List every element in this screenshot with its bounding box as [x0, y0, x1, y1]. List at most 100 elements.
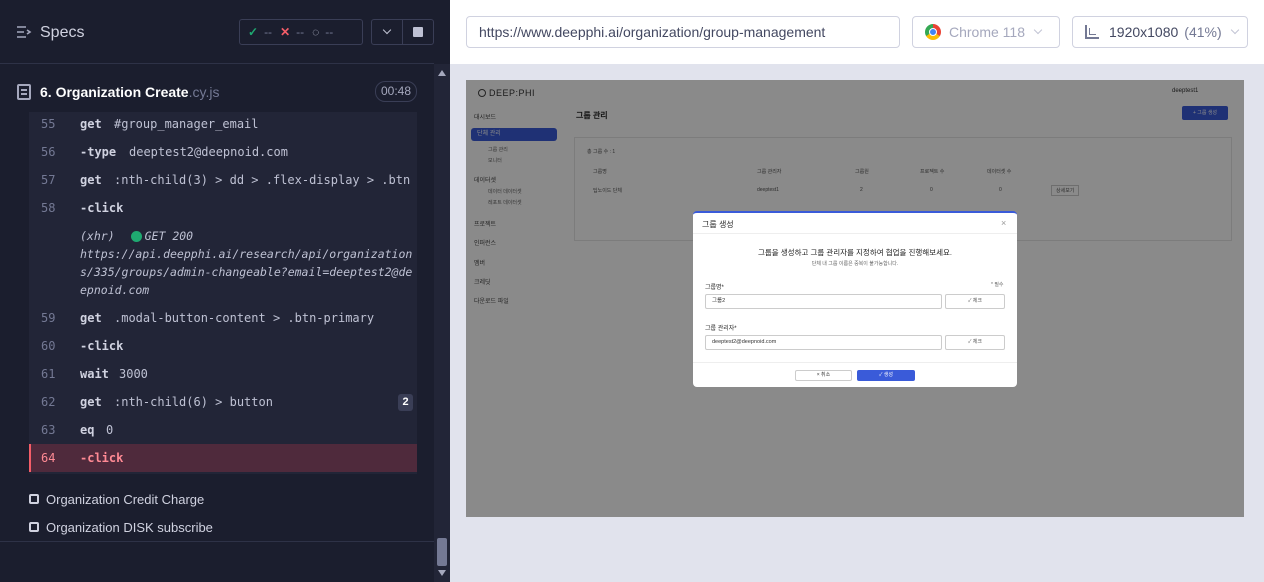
group-manager-check-button[interactable]: ✓ 체크	[945, 335, 1005, 350]
scroll-down-icon[interactable]	[438, 570, 446, 576]
pending-icon: ◌	[312, 25, 320, 39]
command-row-active[interactable]: 64 -click	[29, 444, 417, 472]
command-row[interactable]: 61 wait 3000	[29, 360, 417, 388]
element-count-badge: 2	[398, 394, 413, 411]
spec-title-row[interactable]: 6. Organization Create.cy.js 00:48	[0, 70, 434, 114]
aut-header: https://www.deepphi.ai/organization/grou…	[450, 0, 1264, 64]
xhr-url: https://api.deepphi.ai/research/api/orga…	[80, 247, 413, 297]
command-name: eq	[80, 423, 95, 437]
command-name: -click	[80, 451, 124, 465]
command-number: 57	[41, 173, 56, 187]
group-name-check-button[interactable]: ✓ 체크	[945, 294, 1005, 309]
spec-duration: 00:48	[375, 81, 417, 102]
command-row[interactable]: 56 -type deeptest2@deepnoid.com	[29, 138, 417, 166]
command-row[interactable]: 59 get .modal-button-content > .btn-prim…	[29, 304, 417, 332]
command-message: 3000	[119, 367, 148, 381]
modal-description: 그룹을 생성하고 그룹 관리자를 지정하여 협업을 진행해보세요.	[758, 248, 952, 257]
command-name: get	[80, 117, 102, 131]
xhr-method-status: GET 200	[144, 229, 194, 243]
divider	[693, 233, 1017, 234]
spec-item-label: Organization Credit Charge	[46, 491, 205, 507]
command-row[interactable]: 63 eq 0	[29, 416, 417, 444]
command-message: :nth-child(3) > dd > .flex-display > .bt…	[114, 173, 411, 187]
command-number: 62	[41, 395, 56, 409]
command-name: get	[80, 395, 102, 409]
modal-title: 그룹 생성	[702, 220, 734, 229]
command-number: 55	[41, 117, 56, 131]
xhr-log-entry[interactable]: (xhr) GET 200 https://api.deepphi.ai/res…	[80, 227, 415, 299]
command-row[interactable]: 57 get :nth-child(3) > dd > .flex-displa…	[29, 166, 417, 194]
spec-item-disk-subscribe[interactable]: Organization DISK subscribe	[29, 517, 213, 537]
file-icon	[17, 84, 31, 100]
cypress-runner: Specs ✓ -- ✕ -- ◌ -- 6. Organization Cre…	[0, 0, 1264, 582]
command-message: #group_manager_email	[114, 117, 259, 131]
chevron-down-icon	[382, 25, 392, 35]
reporter-scrollbar[interactable]	[434, 64, 450, 582]
command-row[interactable]: 62 get :nth-child(6) > button 2	[29, 388, 417, 416]
passed-stat: ✓ --	[248, 25, 272, 39]
group-manager-email-input[interactable]: deeptest2@deepnoid.com	[705, 335, 942, 350]
ruler-icon	[1085, 25, 1099, 39]
command-message: 0	[106, 423, 114, 437]
group-name-label: 그룹명*	[705, 285, 724, 291]
command-number: 58	[41, 201, 56, 215]
specs-label[interactable]: Specs	[40, 24, 84, 42]
divider	[0, 541, 434, 542]
url-bar[interactable]: https://www.deepphi.ai/organization/grou…	[466, 16, 900, 48]
required-note: * 필수	[991, 282, 1004, 288]
command-number: 60	[41, 339, 56, 353]
xhr-label: (xhr)	[80, 229, 115, 243]
checkbox-icon	[29, 494, 39, 504]
group-name-input[interactable]: 그룹2	[705, 294, 942, 309]
create-group-modal: 그룹 생성 × 그룹을 생성하고 그룹 관리자를 지정하여 협업을 진행해보세요…	[693, 211, 1017, 387]
group-manager-label: 그룹 관리자*	[705, 326, 737, 332]
command-message: .modal-button-content > .btn-primary	[114, 311, 375, 325]
failed-count: --	[296, 25, 305, 39]
browser-selector[interactable]: Chrome 118	[912, 16, 1060, 48]
create-button[interactable]: ✓ 생성	[857, 370, 915, 381]
command-name: -click	[80, 201, 124, 215]
command-name: -type	[80, 145, 117, 159]
command-message: :nth-child(6) > button	[114, 395, 273, 409]
close-icon[interactable]: ×	[1001, 218, 1006, 228]
command-number: 63	[41, 423, 56, 437]
chevron-down-icon	[1033, 25, 1043, 35]
spec-item-credit-charge[interactable]: Organization Credit Charge	[29, 489, 204, 509]
command-row[interactable]: 58 -click	[29, 194, 417, 222]
reporter-header: Specs ✓ -- ✕ -- ◌ --	[0, 0, 434, 64]
chrome-icon	[925, 24, 941, 40]
pending-stat: ◌ --	[312, 25, 333, 39]
command-number: 59	[41, 311, 56, 325]
command-name: wait	[80, 367, 109, 381]
chevron-down-icon	[1230, 25, 1239, 35]
failed-stat: ✕ --	[280, 25, 304, 39]
viewport-info[interactable]: 1920x1080 (41%)	[1072, 16, 1248, 48]
aut-panel: https://www.deepphi.ai/organization/grou…	[450, 0, 1264, 582]
specs-list-icon[interactable]	[16, 25, 32, 39]
stop-icon	[413, 27, 423, 37]
cancel-button[interactable]: × 취소	[795, 370, 852, 381]
command-number: 64	[41, 451, 56, 465]
pending-count: --	[325, 25, 334, 39]
collapse-button[interactable]	[371, 19, 403, 45]
reporter-panel: Specs ✓ -- ✕ -- ◌ -- 6. Organization Cre…	[0, 0, 434, 582]
modal-subtext: 단체 내 그룹 이름은 중복이 불가능합니다.	[811, 261, 899, 267]
command-row[interactable]: 55 get #group_manager_email	[29, 112, 417, 138]
status-dot-icon	[130, 230, 142, 242]
command-name: -click	[80, 339, 124, 353]
viewport-size: 1920x1080	[1109, 24, 1179, 40]
command-message: deeptest2@deepnoid.com	[129, 145, 288, 159]
stop-button[interactable]	[402, 19, 434, 45]
check-icon: ✓	[248, 25, 259, 39]
x-icon: ✕	[280, 25, 291, 39]
checkbox-icon	[29, 522, 39, 532]
command-log: 55 get #group_manager_email 56 -type dee…	[29, 112, 417, 474]
browser-label: Chrome 118	[949, 24, 1026, 40]
stats-group: ✓ -- ✕ -- ◌ --	[239, 19, 363, 45]
command-row[interactable]: 60 -click	[29, 332, 417, 360]
spec-item-label: Organization DISK subscribe	[46, 519, 213, 535]
scroll-up-icon[interactable]	[438, 70, 446, 76]
command-number: 56	[41, 145, 56, 159]
scroll-thumb[interactable]	[437, 538, 447, 566]
spec-name: 6. Organization Create.cy.js	[40, 84, 220, 100]
